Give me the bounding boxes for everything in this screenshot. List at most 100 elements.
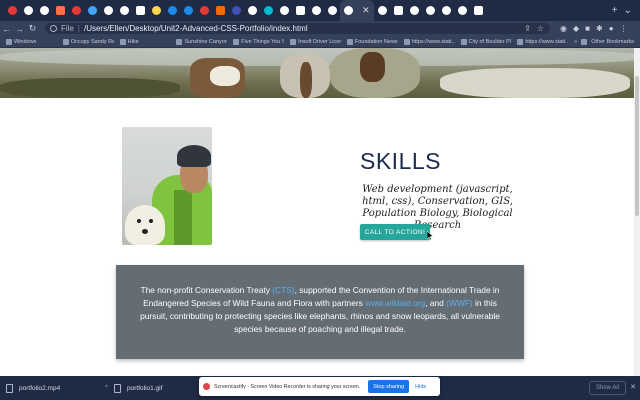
tab-favicon-icon xyxy=(87,6,97,15)
tab-favicon-icon xyxy=(344,6,354,15)
cts-link[interactable]: (CTS) xyxy=(272,285,294,295)
back-icon[interactable]: ← xyxy=(0,24,13,34)
browser-tab[interactable] xyxy=(374,0,390,21)
close-icon[interactable]: ✕ xyxy=(630,383,636,391)
bookmark-item[interactable]: Occupy Sandy Re... xyxy=(62,38,114,45)
bookmark-label: Five Things You S... xyxy=(241,38,285,45)
profile-icon[interactable]: ● xyxy=(609,24,614,33)
reload-icon[interactable]: ↻ xyxy=(26,23,39,34)
browser-tab[interactable] xyxy=(20,0,36,21)
browser-tab[interactable] xyxy=(84,0,100,21)
browser-tab[interactable] xyxy=(438,0,454,21)
bookmark-item[interactable]: https://www.stati... xyxy=(403,38,455,45)
tab-favicon-icon xyxy=(55,6,65,15)
share-icon[interactable]: ⇪ xyxy=(524,24,531,33)
mouse-cursor-icon xyxy=(427,231,433,240)
info-text: The non-profit Conservation Treaty xyxy=(140,285,273,295)
toolbar-actions: ◉ ◆ ■ ✱ ● ⋮ xyxy=(560,24,628,33)
tab-favicon-icon xyxy=(409,6,419,15)
browser-tab[interactable] xyxy=(148,0,164,21)
tab-favicon-icon xyxy=(279,6,289,15)
bookmark-favicon-icon xyxy=(233,38,240,45)
tab-favicon-icon xyxy=(311,6,321,15)
tab-favicon-icon xyxy=(231,6,241,15)
browser-tab[interactable] xyxy=(68,0,84,21)
bookmarks-overflow[interactable]: » xyxy=(574,39,577,45)
bookmark-item[interactable]: City of Boulder Pl... xyxy=(460,38,512,45)
browser-tab[interactable] xyxy=(52,0,68,21)
browser-tab[interactable] xyxy=(292,0,308,21)
sharing-message: Screencastify - Screen Video Recorder is… xyxy=(214,383,361,390)
extensions-puzzle-icon[interactable]: ✱ xyxy=(596,24,603,33)
tab-search-icon[interactable]: ⌄ xyxy=(624,5,632,16)
browser-tab[interactable] xyxy=(470,0,486,21)
browser-tab[interactable] xyxy=(276,0,292,21)
browser-tab[interactable] xyxy=(244,0,260,21)
extension-icon[interactable]: ■ xyxy=(585,24,590,33)
browser-tab[interactable] xyxy=(406,0,422,21)
tab-favicon-icon xyxy=(393,6,403,15)
tab-active[interactable]: ✕ xyxy=(340,0,374,21)
tab-favicon-icon xyxy=(167,6,177,15)
toolbar: ← → ↻ File | /Users/Ellen/Desktop/Unit2-… xyxy=(0,21,640,36)
bookmark-item[interactable]: Foundation News xyxy=(346,38,398,45)
call-to-action-button[interactable]: CALL TO ACTION! xyxy=(360,224,430,240)
extension-icon[interactable]: ◉ xyxy=(560,24,567,33)
browser-tab[interactable] xyxy=(180,0,196,21)
bookmarks-bar: Windows Occupy Sandy Re... Hike Sunshine Ca… xyxy=(0,36,640,48)
profile-photo xyxy=(122,127,212,245)
browser-tab[interactable] xyxy=(422,0,438,21)
wildaid-link[interactable]: www.wildaid.org xyxy=(365,298,425,308)
bookmark-label: City of Boulder Pl... xyxy=(468,38,512,45)
bookmark-item[interactable]: Insoft Driver Licen... xyxy=(290,38,341,45)
page-scrollbar[interactable] xyxy=(634,48,640,376)
tab-favicon-icon xyxy=(119,6,129,15)
new-tab-button[interactable]: + xyxy=(612,5,618,16)
browser-tab[interactable] xyxy=(164,0,180,21)
browser-tab[interactable] xyxy=(260,0,276,21)
bookmark-favicon-icon xyxy=(176,38,183,45)
bookmark-label: Sunshine Canyon... xyxy=(184,38,228,45)
browser-tab[interactable] xyxy=(390,0,406,21)
bookmark-item[interactable]: Five Things You S... xyxy=(233,38,285,45)
show-all-downloads-button[interactable]: Show All xyxy=(588,381,626,395)
skills-heading: SKILLS xyxy=(360,148,441,174)
bookmark-favicon-icon xyxy=(6,38,12,45)
site-info-icon[interactable] xyxy=(50,25,57,32)
browser-tab[interactable] xyxy=(212,0,228,21)
bookmark-favicon-icon xyxy=(62,38,69,45)
bookmark-item[interactable]: Sunshine Canyon... xyxy=(176,38,228,45)
browser-tab[interactable] xyxy=(116,0,132,21)
browser-tab[interactable] xyxy=(196,0,212,21)
scrollbar-thumb[interactable] xyxy=(635,76,639,216)
menu-kebab-icon[interactable]: ⋮ xyxy=(620,24,628,33)
browser-tab[interactable] xyxy=(228,0,244,21)
bookmark-item[interactable]: Hike xyxy=(119,38,171,45)
hide-button[interactable]: Hide xyxy=(415,384,426,390)
download-item[interactable]: portfolio2.mp4 ^ xyxy=(0,383,108,393)
forward-icon[interactable]: → xyxy=(13,24,26,34)
stop-sharing-button[interactable]: Stop sharing xyxy=(368,380,410,393)
bookmark-item[interactable]: https://www.stati... xyxy=(517,38,568,45)
browser-tab[interactable] xyxy=(4,0,20,21)
browser-tab[interactable] xyxy=(324,0,340,21)
browser-tab[interactable] xyxy=(454,0,470,21)
browser-tab[interactable] xyxy=(36,0,52,21)
browser-tab[interactable] xyxy=(132,0,148,21)
bookmark-star-icon[interactable]: ☆ xyxy=(537,24,544,33)
wwf-link[interactable]: (WWF) xyxy=(446,298,473,308)
tab-favicon-icon xyxy=(473,6,483,15)
other-bookmarks[interactable]: Other Bookmarks xyxy=(591,39,634,45)
tab-favicon-icon xyxy=(377,6,387,15)
tab-close-icon[interactable]: ✕ xyxy=(362,6,370,15)
bookmark-item[interactable]: Windows xyxy=(6,38,57,45)
address-bar[interactable]: File | /Users/Ellen/Desktop/Unit2-Advanc… xyxy=(45,23,550,34)
tab-favicon-icon xyxy=(327,6,337,15)
browser-tab[interactable] xyxy=(308,0,324,21)
tab-favicon-icon xyxy=(295,6,305,15)
dog-eye xyxy=(149,219,153,223)
extension-icon[interactable]: ◆ xyxy=(573,24,579,33)
bookmark-favicon-icon xyxy=(290,38,297,45)
browser-tab[interactable] xyxy=(100,0,116,21)
file-icon xyxy=(6,383,13,393)
